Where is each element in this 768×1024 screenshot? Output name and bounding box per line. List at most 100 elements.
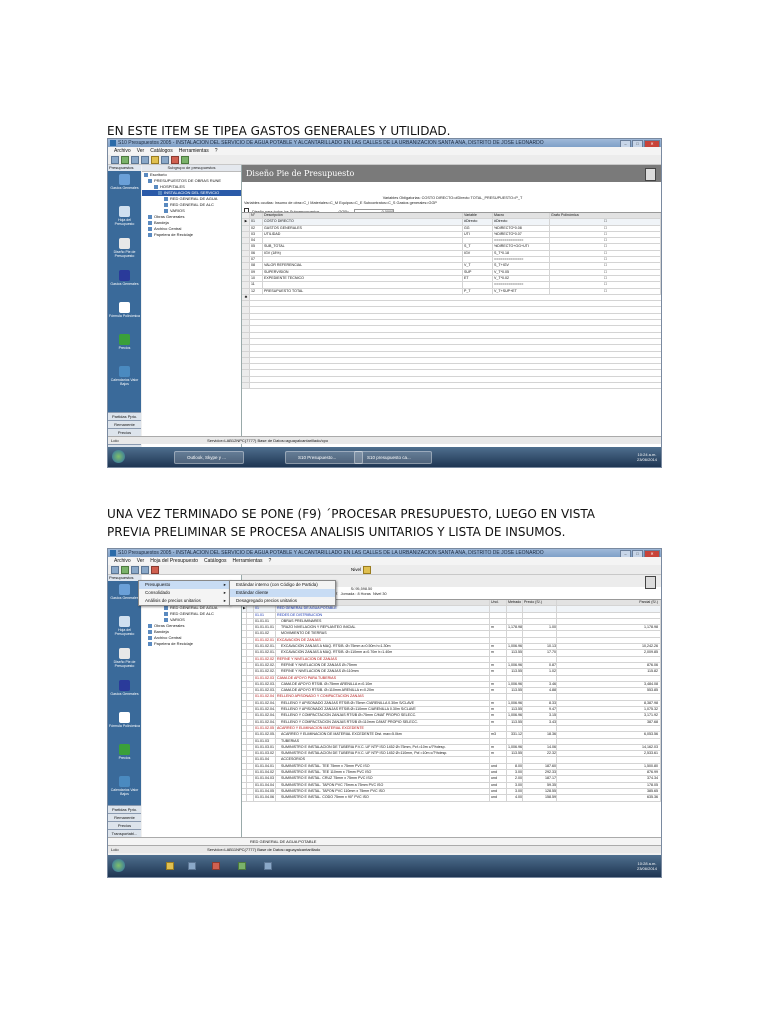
formula-checkbox[interactable]: ☐ xyxy=(604,244,607,248)
start-button[interactable] xyxy=(112,450,125,463)
minimize-button[interactable]: – xyxy=(620,550,631,557)
row-metrado xyxy=(507,738,523,744)
submenu-item[interactable]: Desagregado precios unitarios xyxy=(230,597,335,605)
formula-checkbox[interactable]: ☐ xyxy=(604,251,607,255)
sidebar-item[interactable]: Fórmula Polinómica xyxy=(108,302,141,331)
print-icon[interactable] xyxy=(111,155,119,164)
formula-checkbox[interactable]: ☐ xyxy=(604,238,607,242)
minimize-button[interactable]: – xyxy=(620,140,631,147)
taskbar: 10:28 a.m. 23/06/2014 xyxy=(108,855,661,877)
s10-icon[interactable] xyxy=(238,862,246,870)
folder-icon[interactable] xyxy=(151,155,159,164)
maximize-button[interactable]: □ xyxy=(632,550,643,557)
tree-node[interactable]: Papelera de Reciclaje xyxy=(142,232,241,238)
menu-item[interactable]: ? xyxy=(269,557,272,565)
menu-item[interactable]: ? xyxy=(215,147,218,155)
maximize-button[interactable]: □ xyxy=(632,140,643,147)
media-icon[interactable] xyxy=(188,862,196,870)
format-icon[interactable] xyxy=(363,565,372,574)
sidebar-button[interactable]: Remanente xyxy=(108,813,141,821)
folder-icon xyxy=(148,214,152,219)
formula-checkbox[interactable]: ☐ xyxy=(604,226,607,230)
row-price: 3.43 xyxy=(523,719,557,725)
grid-icon[interactable] xyxy=(161,155,169,164)
start-button[interactable] xyxy=(112,859,125,872)
fx-icon xyxy=(119,302,130,313)
calculator-icon[interactable] xyxy=(645,168,656,181)
arrow-up-icon[interactable] xyxy=(131,565,139,574)
formula-checkbox[interactable]: ☐ xyxy=(604,219,607,223)
formula-checkbox[interactable]: ☐ xyxy=(604,257,607,261)
popup-menu-item[interactable]: Consolidado ▸ xyxy=(139,589,229,597)
popup-menu-item[interactable]: Análisis de precios unitarios ▸ xyxy=(139,597,229,605)
row-item: 01.01.03.02 xyxy=(255,751,276,757)
task-s10-1[interactable]: S10 Presupuesto... xyxy=(285,451,363,464)
calculator-icon[interactable] xyxy=(645,576,656,589)
sidebar-item[interactable]: Precios xyxy=(108,744,141,773)
refresh-icon[interactable] xyxy=(181,155,189,164)
row-partial xyxy=(557,606,661,612)
tree-node[interactable]: Papelera de Reciclaje xyxy=(142,641,241,647)
menu-item[interactable]: Catálogos xyxy=(204,557,227,565)
menu-item[interactable]: Herramientas xyxy=(179,147,209,155)
submenu-item[interactable]: Estándar interno (con Código de Partida) xyxy=(230,581,335,589)
folder-icon xyxy=(154,184,158,189)
chrome-icon[interactable] xyxy=(212,862,220,870)
sidebar-button[interactable]: Partidas Ppto. xyxy=(108,805,141,813)
explorer-icon[interactable] xyxy=(166,862,174,870)
sidebar-item[interactable]: Diseño Pie de Presupuesto xyxy=(108,648,141,677)
task-s10-2[interactable]: S10 presupuesto ca... xyxy=(354,451,432,464)
word-icon[interactable] xyxy=(264,862,272,870)
menu-item[interactable]: Ver xyxy=(137,557,145,565)
submenu-item[interactable]: Estándar cliente xyxy=(230,589,335,597)
menu-item[interactable]: Catálogos xyxy=(150,147,173,155)
add-icon[interactable] xyxy=(121,565,129,574)
formula-checkbox[interactable]: ☐ xyxy=(604,263,607,267)
sidebar-item[interactable]: Fórmula Polinómica xyxy=(108,712,141,741)
budget-row[interactable]: 01.01.04.06 SUMINISTRO E INSTAL. CODO 75m… xyxy=(242,795,661,802)
row-indicator xyxy=(242,357,250,364)
sidebar-item[interactable]: Diseño Pie de Presupuesto xyxy=(108,238,141,267)
formula-checkbox[interactable]: ☐ xyxy=(604,270,607,274)
add-icon[interactable] xyxy=(121,155,129,164)
delete-icon[interactable] xyxy=(151,565,159,574)
clock: 10:24 a.m. 23/06/2014 xyxy=(637,452,657,462)
sidebar-item[interactable]: Calendarios Valor Bajos xyxy=(108,366,141,395)
task-outlook[interactable]: Outlook, Skype y ... xyxy=(174,451,244,464)
menu-item[interactable]: Herramientas xyxy=(233,557,263,565)
formula-checkbox[interactable]: ☐ xyxy=(604,276,607,280)
menu-item[interactable]: Hoja del Presupuesto xyxy=(150,557,198,565)
grid-icon[interactable] xyxy=(141,565,149,574)
sidebar-item[interactable]: Gastos Generales xyxy=(108,174,141,203)
sidebar-item[interactable]: Gastos Generales xyxy=(108,270,141,299)
formula-checkbox[interactable]: ☐ xyxy=(604,282,607,286)
sidebar-button[interactable]: Precios xyxy=(108,428,141,436)
sidebar-item[interactable]: Gastos Generales xyxy=(108,680,141,709)
sidebar-item[interactable]: Precios xyxy=(108,334,141,363)
arrow-down-icon[interactable] xyxy=(141,155,149,164)
menu-item[interactable]: Archivo xyxy=(114,147,131,155)
sidebar-item[interactable]: Calendarios Valor Bajos xyxy=(108,776,141,805)
delete-icon[interactable] xyxy=(171,155,179,164)
folder-icon xyxy=(148,220,152,225)
sidebar-item[interactable]: Hoja del Presupuesto xyxy=(108,616,141,645)
row-partial: 553.85 xyxy=(557,688,661,694)
row-item: 01.01.03.01 xyxy=(255,744,276,751)
row-partial: 385.65 xyxy=(557,788,661,795)
popup-menu-item[interactable]: Presupuesto ▸ xyxy=(139,581,229,589)
formula-checkbox[interactable]: ☐ xyxy=(604,289,607,293)
close-button[interactable]: ✕ xyxy=(644,550,660,557)
formula-checkbox[interactable]: ☐ xyxy=(604,232,607,236)
sidebar-button[interactable]: Remanente xyxy=(108,420,141,428)
menu-item[interactable]: Ver xyxy=(137,147,145,155)
sidebar-item[interactable]: Gastos Generales xyxy=(108,584,141,613)
sidebar-button[interactable]: Transportabl... xyxy=(108,829,141,837)
sidebar-button[interactable]: Precios xyxy=(108,821,141,829)
arrow-up-icon[interactable] xyxy=(131,155,139,164)
close-button[interactable]: ✕ xyxy=(644,140,660,147)
row-unit: m xyxy=(490,681,507,688)
print-icon[interactable] xyxy=(111,565,119,574)
menu-item[interactable]: Archivo xyxy=(114,557,131,565)
sidebar-item[interactable]: Hoja del Presupuesto xyxy=(108,206,141,235)
sidebar-button[interactable]: Partidas Ppto. xyxy=(108,412,141,420)
